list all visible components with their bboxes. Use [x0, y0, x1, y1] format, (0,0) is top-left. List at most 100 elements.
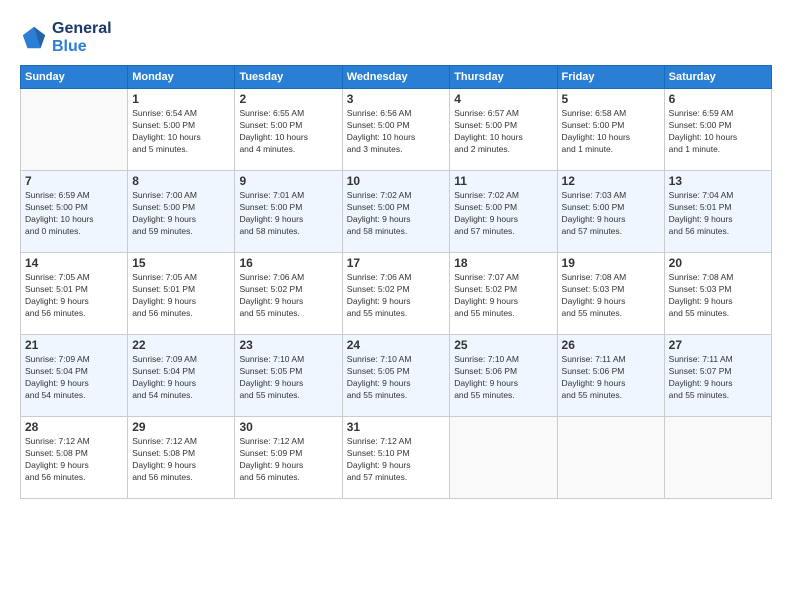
day-info: Sunrise: 7:10 AMSunset: 5:05 PMDaylight:… [347, 354, 445, 402]
weekday-header-row: SundayMondayTuesdayWednesdayThursdayFrid… [21, 66, 772, 89]
calendar-cell: 11Sunrise: 7:02 AMSunset: 5:00 PMDayligh… [450, 171, 557, 253]
day-number: 17 [347, 256, 445, 270]
day-info: Sunrise: 7:00 AMSunset: 5:00 PMDaylight:… [132, 190, 230, 238]
calendar-cell: 20 Sunrise: 7:08 AMSunset: 5:03 PMDayligh… [664, 253, 771, 335]
calendar-cell: 4 Sunrise: 6:57 AMSunset: 5:00 PMDaylight… [450, 89, 557, 171]
day-info: Sunrise: 7:05 AMSunset: 5:01 PMDaylight:… [132, 272, 230, 320]
day-number: 13 [669, 174, 767, 188]
day-info: Sunrise: 7:06 AMSunset: 5:02 PMDaylight:… [347, 272, 445, 320]
calendar-cell: 15 Sunrise: 7:05 AMSunset: 5:01 PMDayligh… [128, 253, 235, 335]
day-info: Sunrise: 6:58 AMSunset: 5:00 PMDaylight:… [562, 108, 660, 156]
day-number: 23 [239, 338, 337, 352]
day-info: Sunrise: 6:57 AMSunset: 5:00 PMDaylight:… [454, 108, 552, 156]
day-number: 15 [132, 256, 230, 270]
weekday-header-saturday: Saturday [664, 66, 771, 89]
day-info: Sunrise: 6:59 AMSunset: 5:00 PMDaylight:… [25, 190, 123, 238]
day-info: Sunrise: 6:56 AMSunset: 5:00 PMDaylight:… [347, 108, 445, 156]
calendar-cell: 9Sunrise: 7:01 AMSunset: 5:00 PMDaylight… [235, 171, 342, 253]
day-info: Sunrise: 7:08 AMSunset: 5:03 PMDaylight:… [669, 272, 767, 320]
calendar-cell: 7Sunrise: 6:59 AMSunset: 5:00 PMDaylight… [21, 171, 128, 253]
day-number: 30 [239, 420, 337, 434]
day-info: Sunrise: 7:09 AMSunset: 5:04 PMDaylight:… [25, 354, 123, 402]
day-number: 27 [669, 338, 767, 352]
weekday-header-wednesday: Wednesday [342, 66, 449, 89]
day-info: Sunrise: 7:08 AMSunset: 5:03 PMDaylight:… [562, 272, 660, 320]
calendar-cell: 14 Sunrise: 7:05 AMSunset: 5:01 PMDayligh… [21, 253, 128, 335]
day-number: 8 [132, 174, 230, 188]
logo-subtext: Blue [52, 38, 112, 56]
calendar-cell: 12 Sunrise: 7:03 AMSunset: 5:00 PMDayligh… [557, 171, 664, 253]
logo: General Blue [20, 20, 112, 55]
weekday-header-thursday: Thursday [450, 66, 557, 89]
day-info: Sunrise: 7:12 AMSunset: 5:10 PMDaylight:… [347, 436, 445, 484]
day-info: Sunrise: 7:03 AMSunset: 5:00 PMDaylight:… [562, 190, 660, 238]
weekday-header-sunday: Sunday [21, 66, 128, 89]
calendar-week-5: 28 Sunrise: 7:12 AMSunset: 5:08 PMDayligh… [21, 417, 772, 499]
day-info: Sunrise: 7:02 AMSunset: 5:00 PMDaylight:… [347, 190, 445, 238]
calendar-table: SundayMondayTuesdayWednesdayThursdayFrid… [20, 65, 772, 499]
day-number: 10 [347, 174, 445, 188]
calendar-cell: 5 Sunrise: 6:58 AMSunset: 5:00 PMDaylight… [557, 89, 664, 171]
logo-text: General [52, 20, 112, 38]
day-number: 24 [347, 338, 445, 352]
page: General Blue SundayMondayTuesdayWednesda… [0, 0, 792, 612]
day-number: 19 [562, 256, 660, 270]
day-number: 28 [25, 420, 123, 434]
calendar-week-3: 14 Sunrise: 7:05 AMSunset: 5:01 PMDayligh… [21, 253, 772, 335]
calendar-cell: 13 Sunrise: 7:04 AMSunset: 5:01 PMDayligh… [664, 171, 771, 253]
day-number: 22 [132, 338, 230, 352]
calendar-cell [21, 89, 128, 171]
weekday-header-friday: Friday [557, 66, 664, 89]
calendar-cell [450, 417, 557, 499]
calendar-cell: 2Sunrise: 6:55 AMSunset: 5:00 PMDaylight… [235, 89, 342, 171]
calendar-cell: 27Sunrise: 7:11 AMSunset: 5:07 PMDayligh… [664, 335, 771, 417]
calendar-cell: 16 Sunrise: 7:06 AMSunset: 5:02 PMDayligh… [235, 253, 342, 335]
day-number: 29 [132, 420, 230, 434]
day-number: 1 [132, 92, 230, 106]
day-number: 3 [347, 92, 445, 106]
day-number: 5 [562, 92, 660, 106]
day-number: 2 [239, 92, 337, 106]
calendar-cell: 24 Sunrise: 7:10 AMSunset: 5:05 PMDayligh… [342, 335, 449, 417]
day-number: 9 [239, 174, 337, 188]
day-number: 4 [454, 92, 552, 106]
weekday-header-tuesday: Tuesday [235, 66, 342, 89]
calendar-cell: 31Sunrise: 7:12 AMSunset: 5:10 PMDayligh… [342, 417, 449, 499]
day-info: Sunrise: 7:12 AMSunset: 5:09 PMDaylight:… [239, 436, 337, 484]
calendar-cell: 26 Sunrise: 7:11 AMSunset: 5:06 PMDayligh… [557, 335, 664, 417]
calendar-cell: 8 Sunrise: 7:00 AMSunset: 5:00 PMDaylight… [128, 171, 235, 253]
day-number: 6 [669, 92, 767, 106]
day-info: Sunrise: 7:05 AMSunset: 5:01 PMDaylight:… [25, 272, 123, 320]
logo-icon [20, 24, 48, 52]
calendar-cell [664, 417, 771, 499]
day-info: Sunrise: 6:59 AMSunset: 5:00 PMDaylight:… [669, 108, 767, 156]
day-info: Sunrise: 7:12 AMSunset: 5:08 PMDaylight:… [132, 436, 230, 484]
day-info: Sunrise: 7:11 AMSunset: 5:06 PMDaylight:… [562, 354, 660, 402]
weekday-header-monday: Monday [128, 66, 235, 89]
day-info: Sunrise: 7:09 AMSunset: 5:04 PMDaylight:… [132, 354, 230, 402]
day-number: 26 [562, 338, 660, 352]
calendar-week-4: 21 Sunrise: 7:09 AMSunset: 5:04 PMDayligh… [21, 335, 772, 417]
calendar-cell: 10 Sunrise: 7:02 AMSunset: 5:00 PMDayligh… [342, 171, 449, 253]
calendar-cell: 6 Sunrise: 6:59 AMSunset: 5:00 PMDaylight… [664, 89, 771, 171]
day-info: Sunrise: 7:06 AMSunset: 5:02 PMDaylight:… [239, 272, 337, 320]
day-info: Sunrise: 7:07 AMSunset: 5:02 PMDaylight:… [454, 272, 552, 320]
calendar-cell: 22 Sunrise: 7:09 AMSunset: 5:04 PMDayligh… [128, 335, 235, 417]
day-number: 21 [25, 338, 123, 352]
day-number: 16 [239, 256, 337, 270]
calendar-cell: 25 Sunrise: 7:10 AMSunset: 5:06 PMDayligh… [450, 335, 557, 417]
day-info: Sunrise: 7:10 AMSunset: 5:06 PMDaylight:… [454, 354, 552, 402]
calendar-cell: 23 Sunrise: 7:10 AMSunset: 5:05 PMDayligh… [235, 335, 342, 417]
day-number: 11 [454, 174, 552, 188]
day-number: 12 [562, 174, 660, 188]
day-info: Sunrise: 7:12 AMSunset: 5:08 PMDaylight:… [25, 436, 123, 484]
day-number: 25 [454, 338, 552, 352]
calendar-cell: 19 Sunrise: 7:08 AMSunset: 5:03 PMDayligh… [557, 253, 664, 335]
day-info: Sunrise: 7:10 AMSunset: 5:05 PMDaylight:… [239, 354, 337, 402]
day-number: 14 [25, 256, 123, 270]
header: General Blue [20, 20, 772, 55]
calendar-cell [557, 417, 664, 499]
day-info: Sunrise: 7:04 AMSunset: 5:01 PMDaylight:… [669, 190, 767, 238]
calendar-cell: 18Sunrise: 7:07 AMSunset: 5:02 PMDayligh… [450, 253, 557, 335]
day-number: 20 [669, 256, 767, 270]
